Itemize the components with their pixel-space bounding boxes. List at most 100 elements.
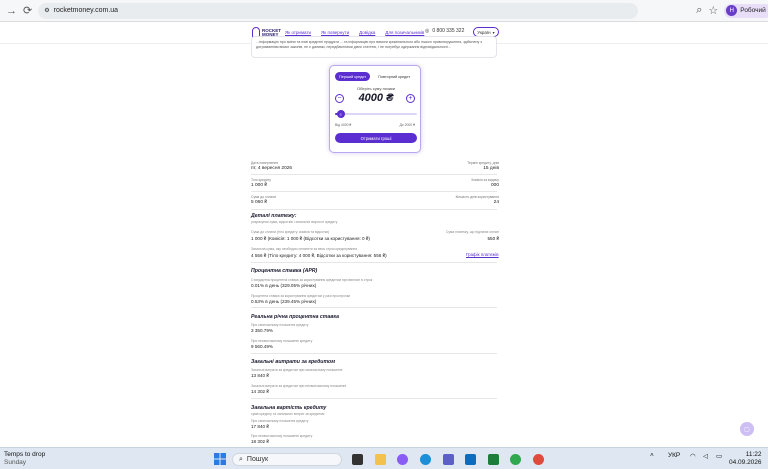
amount-label: Оберіть суму позики [357,86,395,91]
outlook-icon[interactable] [465,454,476,465]
web-page: ROCKET MONEY Як отримати Як повернути Дов… [0,22,768,447]
details-row2-value: 4 556 ₴ (Тіло кредиту: 4 000 ₴, Відсотки… [251,253,387,258]
term-value: 15 днів [483,166,499,171]
real-rate-title: Реальна річна процентна ставка [251,314,339,320]
body-value: 1 000 ₴ [251,183,268,188]
system-clock[interactable]: 11:22 04.09.2026 [729,451,762,467]
date-label: Дата повернення [251,161,279,165]
fee-value: 000 [490,183,499,188]
browser-toolbar: → ⟳ ⚙ rocketmoney.com.ua ⌕ ☆ Н Робочий ⋮ [0,0,768,22]
plus-button[interactable]: + [406,94,415,103]
address-text: rocketmoney.com.ua [53,7,119,14]
site-nav: Як отримати Як повернути Довідка Для поз… [285,30,424,35]
volume-icon[interactable]: ◁ [703,452,708,460]
clock-date: 04.09.2026 [729,459,762,466]
file-explorer-icon[interactable] [375,454,386,465]
schedule-link[interactable]: Графік платежів [466,252,499,257]
nav-link-help[interactable]: Довідка [359,30,375,35]
real-rate-b-value: 9 560.49% [251,344,273,349]
date-value: пт, 4 вересня 2026 [251,166,293,171]
tab-first-loan[interactable]: Перший кредит [335,72,371,81]
taskbar: Temps to drop Sunday ⌕ Пошук ˄ УКР ◠ ◁ ▭… [0,447,768,469]
input-language[interactable]: УКР [668,452,680,459]
total-costs-title: Загальні витрати за кредитом [251,359,336,365]
divider [251,262,497,263]
bookmark-star-icon[interactable]: ☆ [708,4,718,18]
total-costs-a-label: Загальні витрати за кредитом при своєчас… [251,368,343,372]
divider [251,353,497,354]
details-row1-label: Сума до сплати (тіло кредиту, комісія та… [251,230,330,234]
divider [251,307,497,308]
windows-start-icon[interactable] [214,453,226,465]
weather-title: Temps to drop [4,451,46,458]
body-label: Тіло кредиту [251,178,272,182]
battery-icon[interactable]: ▭ [716,452,722,460]
excel-icon[interactable] [488,454,499,465]
divider [251,191,497,192]
search-placeholder: Пошук [246,456,269,463]
total-label: Сума до сплати [251,195,276,199]
real-rate-b-label: При несвоєчасному погашенні кредиту [251,339,313,343]
details-row2-label: Загальна сума, яку необхідно сплатити за… [251,247,358,251]
chevron-down-icon: ▾ [492,29,495,35]
apr-title: Процентна ставка (APR) [251,268,318,274]
details-row1-right-value: 550 ₴ [487,236,500,241]
clock-time: 11:22 [745,451,762,458]
real-rate-a-label: При своєчасному погашенні кредиту [251,323,309,327]
divider [251,174,497,175]
reload-icon[interactable]: ⟳ [23,4,32,18]
apr-b-value: 0.53% в день (239.45% річних) [251,299,317,304]
zoom-icon[interactable]: ⌕ [696,4,702,18]
chat-bubble-icon[interactable]: ▢ [740,422,754,436]
site-info-icon[interactable]: ⚙ [44,7,49,14]
task-view-icon[interactable] [352,454,363,465]
language-label: Україн [477,29,491,35]
avatar: Н [726,5,738,16]
min-amount-label: Від 4000 ₴ [335,123,352,127]
weather-widget[interactable]: Temps to drop Sunday [4,451,45,467]
total-cost-a-value: 17 840 ₴ [251,424,269,429]
fee-label: Комісія за видачу [471,178,499,182]
details-row1-value: 1 000 ₴ (Комісія: 1 000 ₴ (Відсотки за к… [251,236,370,241]
loan-type-tabs: Перший кредит Повторний кредит [335,72,414,81]
nav-link-borrowers[interactable]: Для позичальників [385,30,424,35]
term-label: Термін кредиту, днів [467,161,499,165]
max-amount-label: До 2000 ₴ [399,123,415,127]
divider [251,209,497,210]
nav-link-how-to-get[interactable]: Як отримати [285,30,311,35]
taskbar-search[interactable]: ⌕ Пошук [232,453,342,466]
total-cost-b-value: 18 302 ₴ [251,439,269,444]
info-notice: ...інформацію про зміни та нові кредитні… [251,36,497,58]
wifi-icon[interactable]: ◠ [690,452,696,460]
copilot-icon[interactable] [397,454,408,465]
phone-icon: ◎ [425,28,430,34]
edge-icon[interactable] [420,454,431,465]
total-value: 5 060 ₴ [251,200,268,205]
get-money-button[interactable]: Отримати гроші [335,133,417,143]
total-cost-title: Загальна вартість кредиту [251,405,327,411]
details-subtitle: розрахунок суми, відсотків і загальної в… [251,220,338,224]
nav-link-how-to-return[interactable]: Як повернути [321,30,349,35]
chrome-icon[interactable] [533,454,544,465]
amount-slider-thumb[interactable]: ≡ [336,110,345,118]
teams-icon[interactable] [443,454,454,465]
total-cost-a-label: При своєчасному погашенні кредиту [251,419,309,423]
amount-slider-track[interactable] [335,113,417,115]
phone-number[interactable]: ◎ 0 800 335 322 [425,28,464,34]
days-value: 24 [493,200,499,205]
apr-a-label: Стандартна процентна ставка за користува… [251,278,373,282]
tray-overflow-icon[interactable]: ˄ [650,452,654,459]
forward-icon[interactable]: → [6,4,17,18]
loan-calculator: Перший кредит Повторний кредит Оберіть с… [329,65,421,153]
total-cost-subtitle: сума кредиту та загальних витрат за кред… [251,412,325,416]
profile-button[interactable]: Н Робочий [724,3,768,18]
real-rate-a-value: 3 350.79% [251,328,273,333]
apr-b-label: Процентна ставка за користування кредито… [251,294,351,298]
details-row1-right-label: Сума платежу, що підлягає сплаті [445,230,499,234]
total-costs-b-label: Загальні витрати за кредитом при несвоєч… [251,384,347,388]
days-label: Кількість днів користування [455,195,499,199]
address-bar[interactable]: ⚙ rocketmoney.com.ua [38,2,639,19]
search-icon: ⌕ [239,455,243,463]
app-icon[interactable] [510,454,521,465]
tab-repeat-loan[interactable]: Повторний кредит [374,72,414,81]
